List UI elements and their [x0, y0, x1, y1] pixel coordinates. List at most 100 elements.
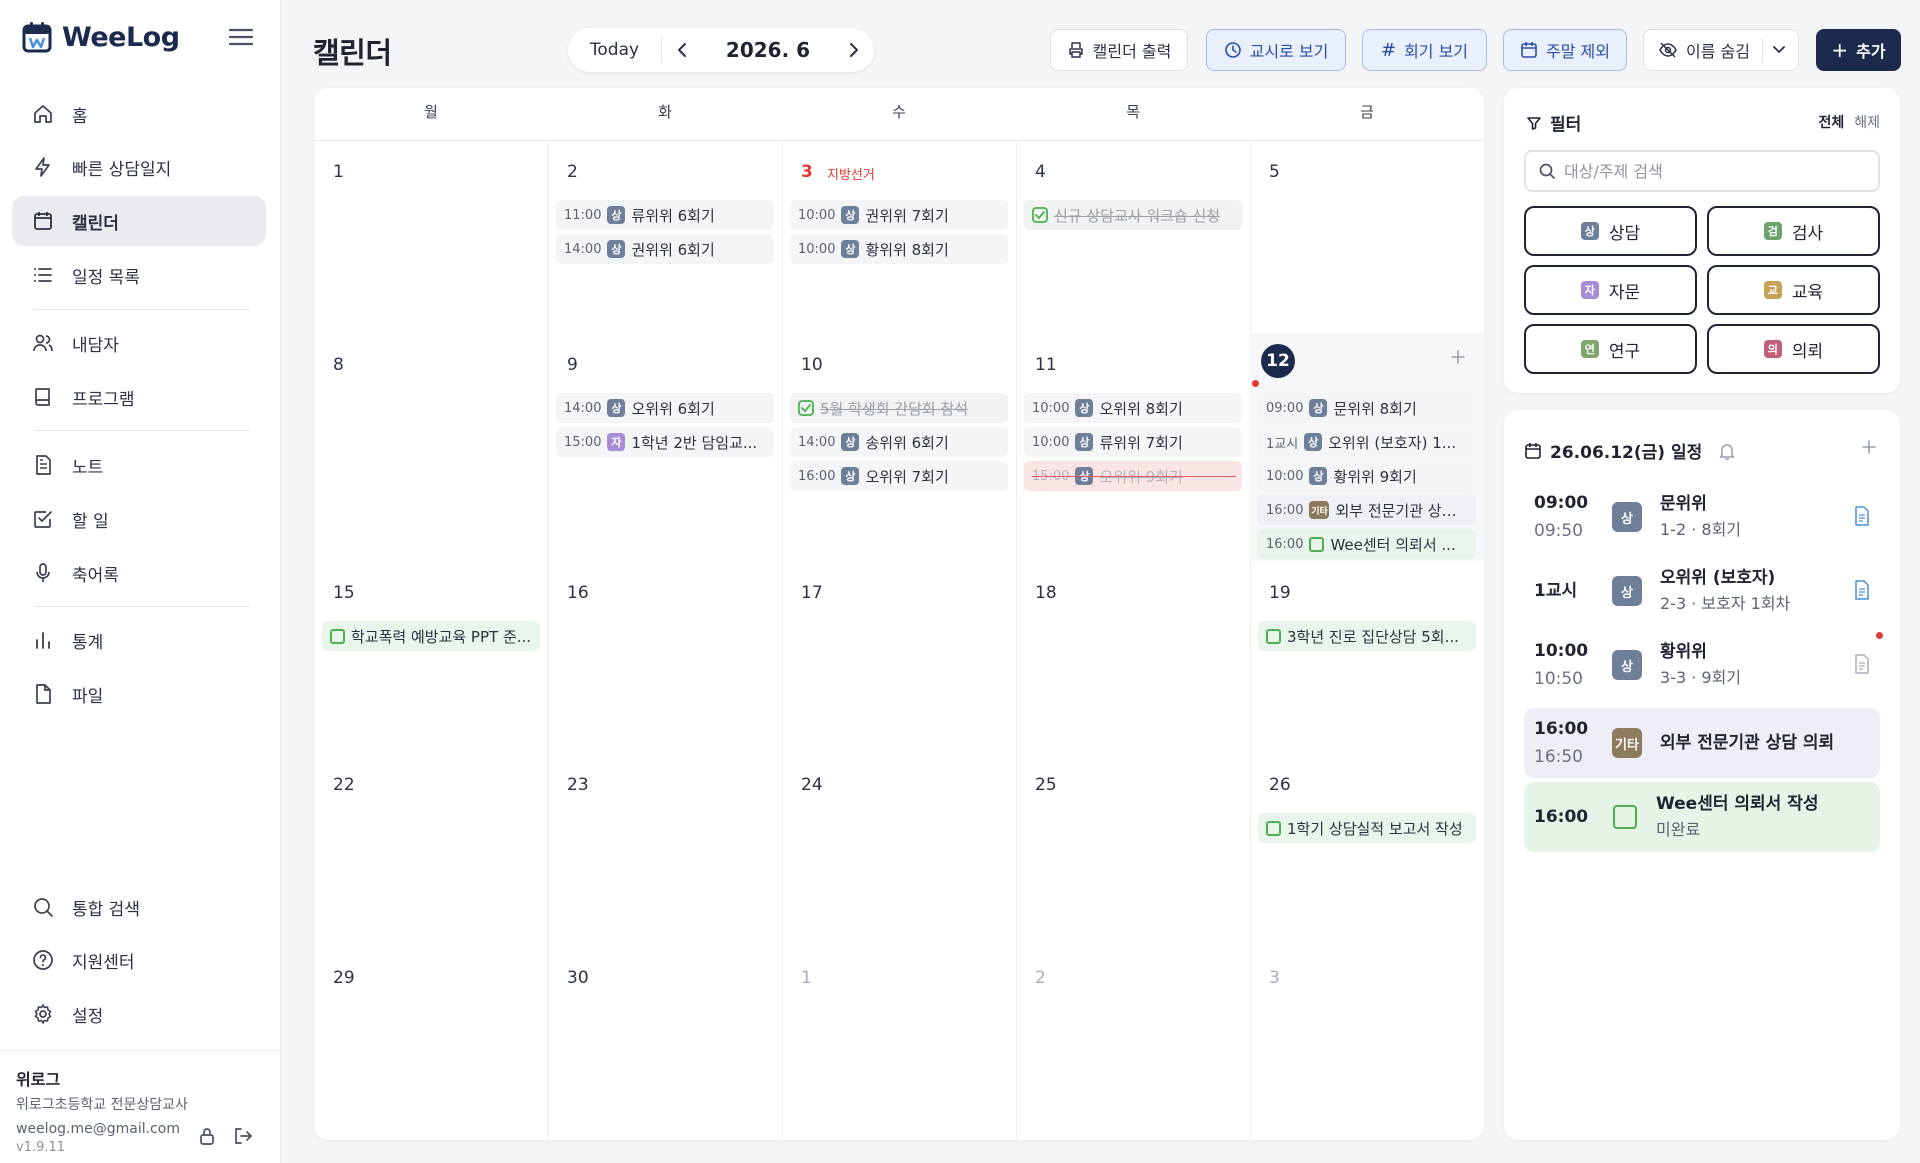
day-cell[interactable]: 1 — [782, 946, 1016, 1140]
day-cell[interactable]: 2 11:00 상 류위위 6회기 14:00 상 권위위 6회기 — [548, 140, 782, 333]
app-logo[interactable]: WeeLog — [22, 20, 180, 54]
calendar-event[interactable]: 10:00 상 오위위 8회기 — [1024, 393, 1242, 423]
logout-icon[interactable] — [232, 1126, 254, 1146]
sidebar-item-calendar[interactable]: 캘린더 — [12, 196, 266, 246]
day-cell[interactable]: 3 — [1250, 946, 1484, 1140]
day-cell[interactable]: 17 — [782, 561, 1016, 753]
day-cell[interactable]: 5 — [1250, 140, 1484, 333]
checked-checkbox-icon[interactable] — [798, 400, 814, 416]
hide-name-button[interactable]: 이름 숨김 — [1643, 29, 1799, 71]
checkbox-icon[interactable] — [1266, 628, 1281, 644]
add-day-event-button[interactable] — [1860, 438, 1878, 456]
calendar-event[interactable]: 15:00 자 1학년 2반 담임교... — [556, 427, 774, 457]
day-cell[interactable]: 1 — [314, 140, 548, 333]
calendar-event[interactable]: 11:00 상 류위위 6회기 — [556, 200, 774, 230]
day-cell[interactable]: 26 1학기 상담실적 보고서 작성 — [1250, 753, 1484, 946]
day-schedule-item[interactable]: 10:00 10:50 상 황위위 3-3 · 9회기 — [1524, 630, 1880, 700]
checked-checkbox-icon[interactable] — [1032, 207, 1048, 223]
print-calendar-button[interactable]: 캘린더 출력 — [1050, 29, 1188, 71]
filter-자-button[interactable]: 자 자문 — [1524, 265, 1697, 315]
day-schedule-item[interactable]: 1교시 상 오위위 (보호자) 2-3 · 보호자 1회차 — [1524, 556, 1880, 626]
sidebar-item-help[interactable]: 지원센터 — [12, 935, 266, 985]
calendar-event[interactable]: 09:00 상 문위위 8회기 — [1258, 393, 1476, 423]
period-view-button[interactable]: 교시로 보기 — [1206, 29, 1346, 71]
calendar-event[interactable]: 14:00 상 권위위 6회기 — [556, 234, 774, 264]
filter-교-button[interactable]: 교 교육 — [1707, 265, 1880, 315]
filter-연-button[interactable]: 연 연구 — [1524, 324, 1697, 374]
calendar-event[interactable]: 10:00 상 권위위 7회기 — [790, 200, 1008, 230]
todo-event[interactable]: 16:00 Wee센터 의뢰서 ... — [1258, 529, 1476, 559]
sidebar-item-file[interactable]: 파일 — [12, 669, 266, 719]
calendar-event[interactable]: 1교시 상 오위위 (보호자) 1... — [1258, 427, 1476, 457]
sidebar-item-note[interactable]: 노트 — [12, 440, 266, 490]
filter-search-input[interactable] — [1564, 161, 1864, 181]
day-cell[interactable]: 8 — [314, 333, 548, 561]
lock-icon[interactable] — [197, 1126, 217, 1146]
day-cell[interactable]: 12 09:00 상 문위위 8회기 1교시 상 오위위 (보호자) 1... 10:00 상 황… — [1250, 333, 1484, 561]
document-icon[interactable] — [1854, 654, 1870, 674]
sidebar-item-mic[interactable]: 축어록 — [12, 548, 266, 598]
day-cell[interactable]: 30 — [548, 946, 782, 1140]
prev-month-button[interactable] — [662, 28, 702, 72]
todo-event[interactable]: 3학년 진로 집단상담 5회... — [1258, 621, 1476, 651]
filter-검-button[interactable]: 검 검사 — [1707, 206, 1880, 256]
calendar-event[interactable]: 14:00 상 송위위 6회기 — [790, 427, 1008, 457]
filter-all-link[interactable]: 전체 — [1818, 112, 1844, 132]
chevron-down-icon[interactable] — [1772, 44, 1786, 56]
day-schedule-item[interactable]: 09:00 09:50 상 문위위 1-2 · 8회기 — [1524, 482, 1880, 552]
calendar-event[interactable]: 10:00 상 황위위 8회기 — [790, 234, 1008, 264]
filter-상-button[interactable]: 상 상담 — [1524, 206, 1697, 256]
document-icon[interactable] — [1854, 506, 1870, 526]
sidebar-item-list[interactable]: 일정 목록 — [12, 250, 266, 300]
calendar-event[interactable]: 16:00 상 오위위 7회기 — [790, 461, 1008, 491]
checkbox-icon[interactable] — [1266, 820, 1281, 836]
day-cell[interactable]: 15 학교폭력 예방교육 PPT 준... — [314, 561, 548, 753]
menu-toggle-icon[interactable] — [226, 24, 256, 50]
day-cell[interactable]: 18 — [1016, 561, 1250, 753]
filter-clear-link[interactable]: 해제 — [1854, 112, 1880, 132]
calendar-event[interactable]: 10:00 상 황위위 9회기 — [1258, 461, 1476, 491]
sidebar-item-home[interactable]: 홈 — [12, 89, 266, 139]
sidebar-item-checkbox[interactable]: 할 일 — [12, 494, 266, 544]
calendar-event[interactable]: 14:00 상 오위위 6회기 — [556, 393, 774, 423]
checkbox-icon[interactable] — [330, 628, 345, 644]
sidebar-item-bolt[interactable]: 빠른 상담일지 — [12, 142, 266, 192]
day-cell[interactable]: 22 — [314, 753, 548, 946]
calendar-event[interactable]: 10:00 상 류위위 7회기 — [1024, 427, 1242, 457]
day-cell[interactable]: 16 — [548, 561, 782, 753]
day-cell[interactable]: 4 신규 상담교사 워크숍 신청 — [1016, 140, 1250, 333]
add-button[interactable]: + 추가 — [1816, 29, 1901, 71]
filter-의-button[interactable]: 의 의뢰 — [1707, 324, 1880, 374]
sidebar-item-gear[interactable]: 설정 — [12, 989, 266, 1039]
filter-search[interactable] — [1524, 150, 1880, 192]
day-cell[interactable]: 19 3학년 진로 집단상담 5회... — [1250, 561, 1484, 753]
day-schedule-item[interactable]: 16:00 Wee센터 의뢰서 작성 미완료 — [1524, 782, 1880, 852]
next-month-button[interactable] — [834, 28, 874, 72]
exclude-weekend-button[interactable]: 주말 제외 — [1503, 29, 1627, 71]
day-cell[interactable]: 29 — [314, 946, 548, 1140]
todo-event[interactable]: 1학기 상담실적 보고서 작성 — [1258, 813, 1476, 843]
day-schedule-item[interactable]: 16:00 16:50 기타 외부 전문기관 상담 의뢰 — [1524, 708, 1880, 778]
checkbox-icon[interactable] — [1309, 536, 1325, 552]
day-cell[interactable]: 23 — [548, 753, 782, 946]
day-cell[interactable]: 11 10:00 상 오위위 8회기 10:00 상 류위위 7회기 15:00 상 오위위 9회… — [1016, 333, 1250, 561]
calendar-event[interactable]: 16:00 기타 외부 전문기관 상담... — [1258, 495, 1476, 525]
day-cell[interactable]: 10 5월 학생회 간담회 참석 14:00 상 송위위 6회기 16:00 상 오위위 7회… — [782, 333, 1016, 561]
calendar-event[interactable]: 15:00 상 오위위 9회기 — [1024, 461, 1242, 491]
session-view-button[interactable]: # 회기 보기 — [1362, 29, 1487, 71]
todo-event[interactable]: 5월 학생회 간담회 참석 — [790, 393, 1008, 423]
day-cell[interactable]: 24 — [782, 753, 1016, 946]
checkbox-icon[interactable] — [1612, 804, 1638, 830]
sidebar-item-users[interactable]: 내담자 — [12, 318, 266, 368]
add-event-plus-icon[interactable] — [1450, 349, 1466, 365]
sidebar-item-search[interactable]: 통합 검색 — [12, 882, 266, 932]
today-button[interactable]: Today — [568, 37, 662, 63]
day-cell[interactable]: 25 — [1016, 753, 1250, 946]
day-cell[interactable]: 2 — [1016, 946, 1250, 1140]
day-cell[interactable]: 3 지방선거 10:00 상 권위위 7회기 10:00 상 황위위 8회기 — [782, 140, 1016, 333]
document-icon[interactable] — [1854, 580, 1870, 600]
todo-event[interactable]: 신규 상담교사 워크숍 신청 — [1024, 200, 1242, 230]
sidebar-item-bar-chart[interactable]: 통계 — [12, 615, 266, 665]
sidebar-item-book[interactable]: 프로그램 — [12, 372, 266, 422]
day-cell[interactable]: 9 14:00 상 오위위 6회기 15:00 자 1학년 2반 담임교... — [548, 333, 782, 561]
